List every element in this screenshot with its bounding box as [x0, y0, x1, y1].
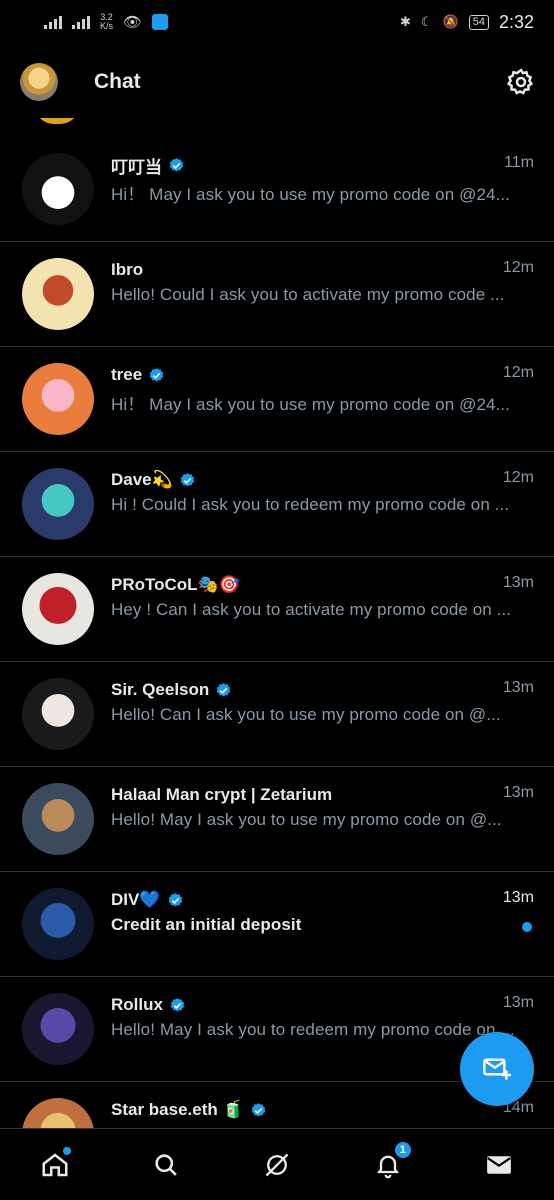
profile-avatar[interactable] [20, 63, 58, 101]
conversation-list[interactable]: 叮叮当 11m Hi！ May I ask you to use my promo … [0, 118, 554, 1128]
verified-badge-icon [169, 157, 184, 172]
name-line: PRoToCoL🎭🎯 [111, 573, 534, 597]
name-line: Sir. Qeelson [111, 678, 534, 702]
mute-bell-icon: 🔕 [442, 14, 459, 29]
page-title: Chat [94, 70, 141, 93]
conversation-row[interactable]: 叮叮当 11m Hi！ May I ask you to use my promo … [0, 137, 554, 242]
nav-grok[interactable] [257, 1145, 297, 1185]
mail-icon [486, 1155, 511, 1174]
avatar[interactable] [22, 363, 94, 435]
clock: 2:32 [498, 11, 534, 32]
battery-level: 54 [468, 14, 489, 30]
avatar[interactable] [22, 888, 94, 960]
contact-name: Rollux [111, 995, 163, 1014]
name-line: 叮叮当 [111, 153, 534, 177]
contact-name: Sir. Qeelson [111, 680, 210, 699]
new-message-button[interactable] [460, 1032, 534, 1106]
avatar[interactable] [34, 118, 80, 124]
eye-icon: 👁 [123, 14, 143, 31]
name-line: Halaal Man crypt | Zetarium [111, 783, 534, 807]
conversation-row[interactable]: Dave💫 12m Hi ! Could I ask you to redeem m… [0, 452, 554, 557]
contact-name: Dave💫 [111, 470, 173, 489]
avatar[interactable] [22, 468, 94, 540]
unread-indicator [522, 922, 532, 932]
name-line: Star base.eth 🧃 [111, 1098, 534, 1122]
nav-messages[interactable] [479, 1145, 519, 1185]
avatar[interactable] [22, 1098, 94, 1128]
nav-search[interactable] [146, 1145, 186, 1185]
contact-name: Ibro [111, 260, 144, 279]
conversation-row[interactable]: PRoToCoL🎭🎯 13m Hey ! Can I ask you to acti… [0, 557, 554, 662]
name-line: Dave💫 [111, 468, 534, 492]
chat-header: Chat [0, 52, 554, 112]
message-preview: Hello! May I ask you to use my promo cod… [111, 810, 502, 829]
contact-name: PRoToCoL🎭🎯 [111, 575, 240, 594]
message-preview: Credit an initial deposit [111, 915, 302, 934]
grok-icon [265, 1153, 289, 1176]
conversation-row[interactable]: tree 12m Hi！ May I ask you to use my promo… [0, 347, 554, 452]
notification-count-badge: 1 [393, 1140, 412, 1159]
message-preview: Hi ! Could I ask you to redeem my promo … [111, 495, 510, 514]
nav-notifications[interactable]: 1 [368, 1140, 412, 1185]
message-time: 12m [502, 469, 534, 486]
verified-badge-icon [170, 997, 185, 1012]
message-time: 12m [502, 259, 534, 276]
contact-name: Star base.eth 🧃 [111, 1100, 244, 1119]
verified-badge-icon [168, 892, 182, 907]
conversation-row[interactable]: Halaal Man crypt | Zetarium 13m Hello! May… [0, 767, 554, 872]
message-time: 13m [502, 679, 534, 696]
message-time: 13m [502, 784, 534, 801]
verified-badge-icon [180, 472, 195, 487]
message-preview: Hey ! Can I ask you to activate my promo… [111, 600, 512, 619]
conversation-row[interactable]: Sir. Qeelson 13m Hello! Can I ask you to u… [0, 662, 554, 767]
name-line: DIV💙 [111, 888, 534, 912]
contact-name: Halaal Man crypt | Zetarium [111, 785, 333, 804]
contact-name: 叮叮当 [111, 157, 162, 177]
message-preview: Hello! Can I ask you to use my promo cod… [111, 705, 501, 724]
message-preview: Hello! Could I ask you to activate my pr… [111, 285, 505, 304]
avatar[interactable] [22, 783, 94, 855]
verified-badge-icon [149, 367, 164, 382]
contact-name: tree [111, 365, 143, 384]
name-line: tree [111, 363, 534, 387]
message-preview: Hello! May I ask you to redeem my promo … [111, 1020, 515, 1039]
signal-icon [44, 15, 62, 29]
avatar[interactable] [22, 153, 94, 225]
moon-icon: ☾ [420, 14, 433, 29]
nav-home[interactable] [35, 1145, 75, 1185]
status-bar: 3.2 K/s 👁 ✱ ☾ 🔕 54 2:32 [0, 0, 554, 44]
verified-badge-icon [217, 682, 231, 697]
gear-icon[interactable] [506, 67, 536, 97]
signal-icon [72, 15, 90, 29]
message-time: 13m [502, 574, 534, 591]
conversation-row[interactable]: DIV💙 13m Credit an initial deposit [0, 872, 554, 977]
new-message-icon [483, 1058, 511, 1080]
avatar[interactable] [22, 993, 94, 1065]
verified-badge-icon [251, 1102, 265, 1117]
message-time: 12m [502, 364, 534, 381]
avatar[interactable] [22, 573, 94, 645]
bluetooth-icon: ✱ [399, 14, 411, 29]
search-icon [155, 1153, 178, 1176]
contact-name: DIV💙 [111, 890, 161, 909]
message-preview: Hi！ May I ask you to use my promo code o… [111, 185, 511, 204]
network-speed-unit: K/s [100, 21, 114, 31]
message-time: 13m [502, 994, 534, 1011]
network-speed: 3.2 K/s [100, 13, 113, 31]
message-preview: Hi！ May I ask you to use my promo code o… [111, 395, 511, 414]
avatar[interactable] [22, 258, 94, 330]
conversation-row[interactable]: Ibro 12m Hello! Could I ask you to activat… [0, 242, 554, 347]
bottom-nav: 1 [0, 1128, 554, 1200]
name-line: Rollux [111, 993, 534, 1017]
avatar[interactable] [22, 678, 94, 750]
shield-icon [152, 14, 169, 30]
message-time: 11m [504, 154, 534, 171]
message-time: 13m [502, 889, 534, 906]
nav-new-indicator [63, 1146, 72, 1155]
name-line: Ibro [111, 258, 534, 282]
